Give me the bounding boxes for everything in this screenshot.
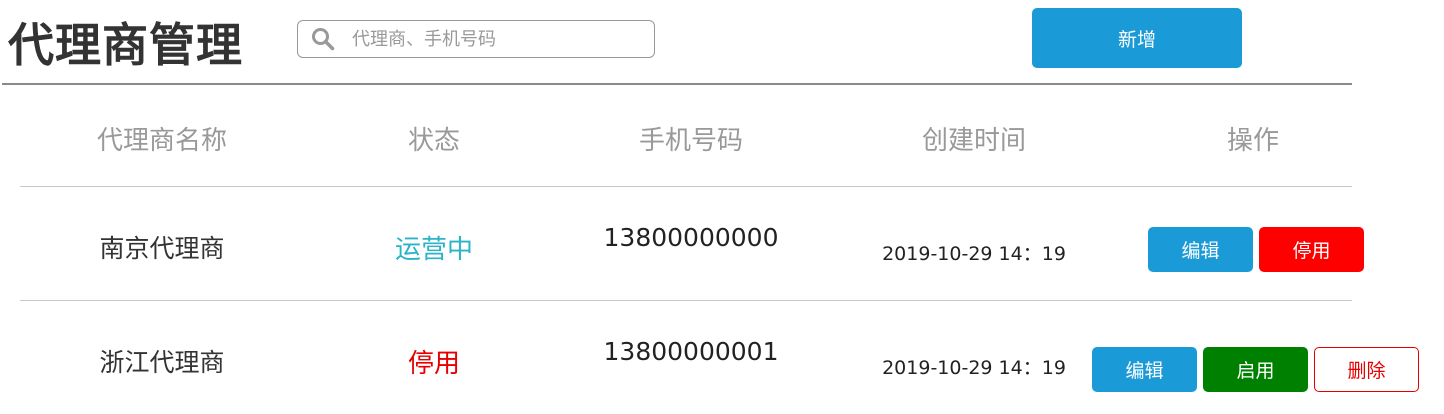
column-header-actions: 操作	[1226, 126, 1280, 156]
row-actions: 编辑 停用	[1148, 227, 1364, 272]
table-row: 南京代理商 运营中 13800000000 2019-10-29 14：19 编…	[20, 187, 1364, 301]
enable-button[interactable]: 启用	[1203, 347, 1308, 392]
edit-button[interactable]: 编辑	[1148, 227, 1253, 272]
column-header-phone: 手机号码	[638, 126, 744, 156]
table-row: 浙江代理商 停用 13800000001 2019-10-29 14：19 编辑…	[20, 301, 1419, 414]
column-header-status: 状态	[407, 126, 461, 156]
column-header-created: 创建时间	[921, 126, 1027, 156]
search-input[interactable]	[350, 27, 644, 51]
row-actions: 编辑 启用 删除	[1092, 347, 1419, 392]
agent-phone: 13800000001	[603, 337, 779, 366]
add-agent-button[interactable]: 新增	[1032, 8, 1242, 68]
created-time: 2019-10-29 14：19	[882, 243, 1066, 265]
table-header: 代理商名称 状态 手机号码 创建时间 操作	[20, 100, 1352, 187]
agent-phone: 13800000000	[603, 223, 779, 252]
search-box[interactable]	[297, 20, 655, 58]
delete-button[interactable]: 删除	[1314, 347, 1419, 392]
edit-button[interactable]: 编辑	[1092, 347, 1197, 392]
disable-button[interactable]: 停用	[1259, 227, 1364, 272]
page-title: 代理商管理	[8, 18, 243, 72]
agent-name: 浙江代理商	[99, 348, 225, 377]
agent-management-page: 代理商管理 新增 代理商名称 状态 手机号码 创建时间 操作 南京代理商 运营中…	[0, 0, 1444, 414]
search-icon	[310, 26, 336, 52]
status-badge: 运营中	[394, 235, 474, 265]
header-divider	[2, 83, 1352, 85]
created-time: 2019-10-29 14：19	[882, 357, 1066, 379]
column-header-name: 代理商名称	[96, 126, 228, 156]
agent-name: 南京代理商	[99, 234, 225, 263]
status-badge: 停用	[407, 349, 461, 379]
